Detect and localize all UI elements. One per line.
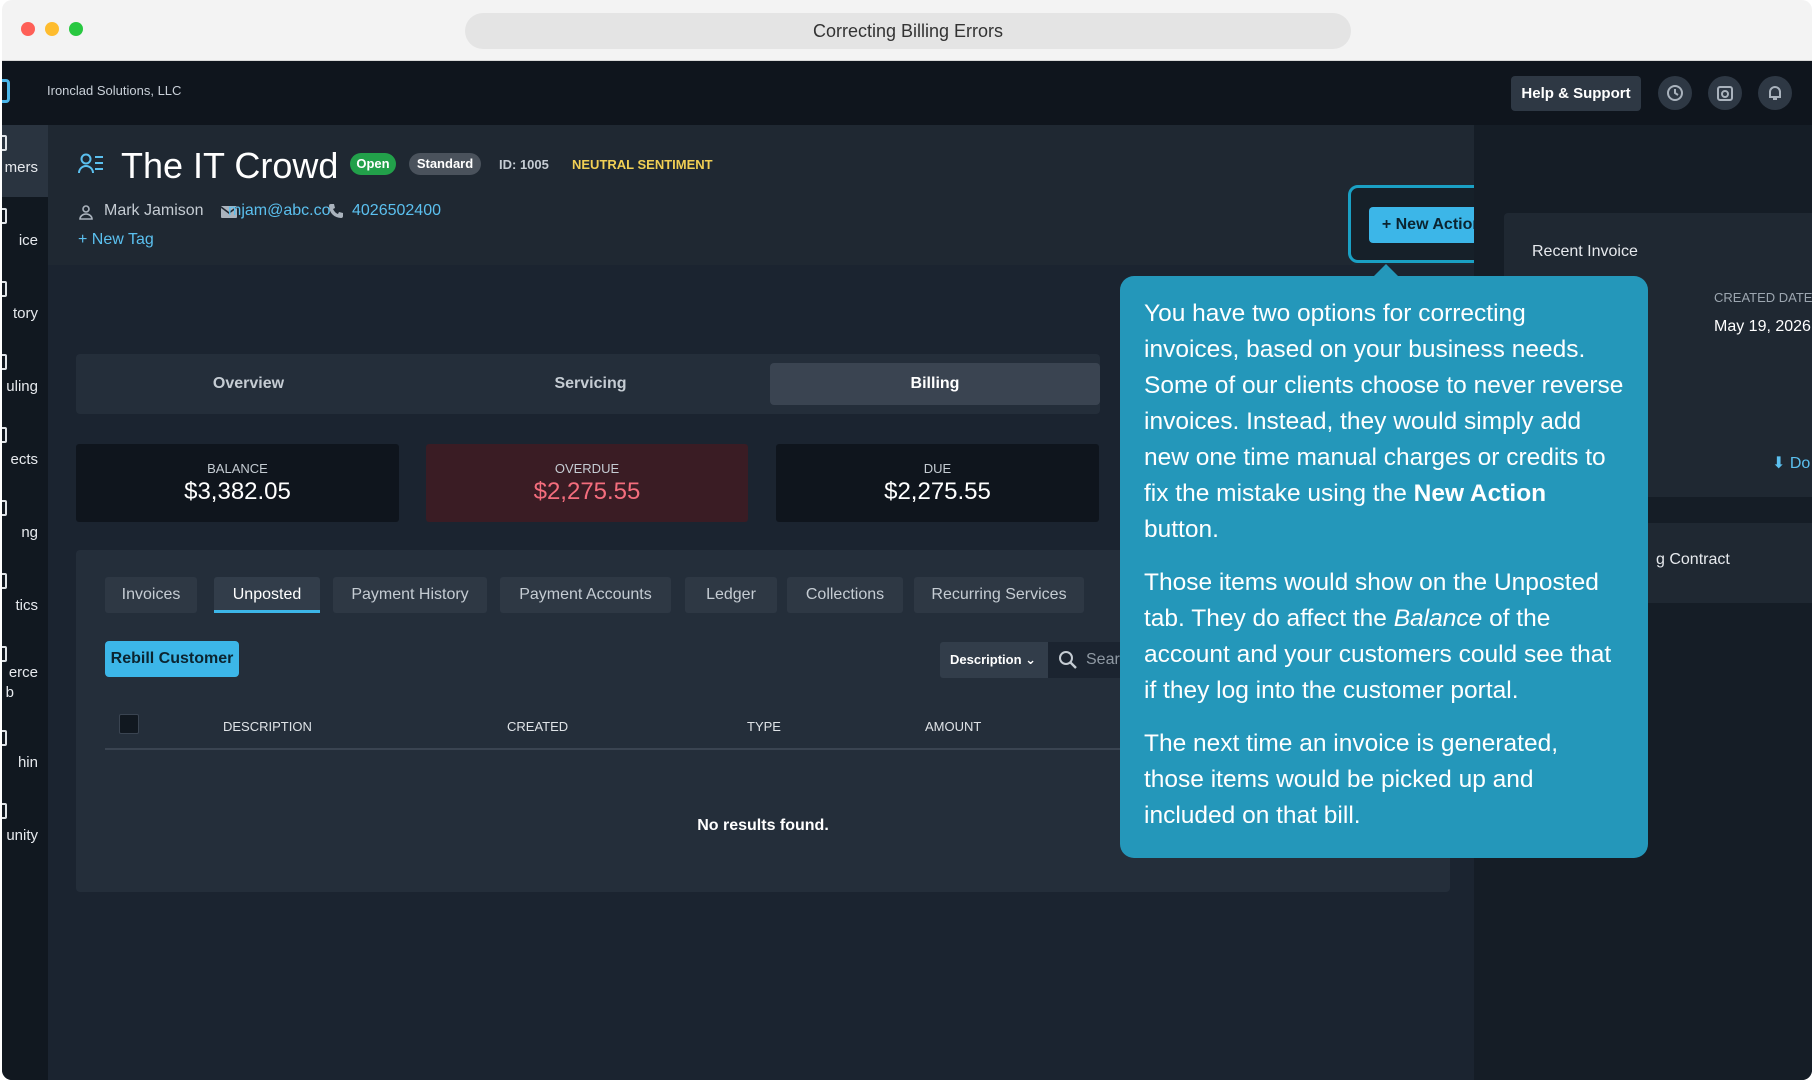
title-bar: Correcting Billing Errors [2,0,1812,61]
chevron-down-icon: ⌄ [1025,652,1037,667]
logo-icon[interactable] [2,79,10,103]
email-link[interactable]: mjam@abc.co [228,202,331,220]
sidebar-item-projects[interactable]: ects [2,417,48,489]
due-label: DUE [923,461,952,476]
plus-icon: + [1381,216,1396,233]
column-description[interactable]: DESCRIPTION [223,719,312,734]
admin-icon [2,730,7,746]
column-created[interactable]: CREATED [507,719,568,734]
phone-icon [329,204,343,218]
due-card: DUE $2,275.55 [776,444,1099,522]
phone-link[interactable]: 4026502400 [352,202,441,220]
scheduling-icon [2,354,7,370]
invoice-icon [2,208,7,224]
main-tabs: Overview Servicing Billing [76,354,1100,414]
plus-icon: + [78,231,92,248]
column-amount[interactable]: AMOUNT [925,719,981,734]
sidebar-item-commerce-hub[interactable]: erce b [2,636,48,720]
created-date-label: CREATED DATE [1714,290,1812,305]
tab-billing[interactable]: Billing [770,363,1100,405]
sidebar-item-invoice[interactable]: ice [2,198,48,270]
recent-invoice-title: Recent Invoice [1532,243,1638,260]
plan-badge: Standard [409,153,481,175]
sidebar-item-inventory[interactable]: tory [2,271,48,343]
sidebar-item-community[interactable]: unity [2,793,48,865]
billing-icon [2,500,7,516]
select-all-checkbox[interactable] [119,714,139,734]
app-area: Ironclad Solutions, LLC Help & Support m… [2,61,1812,1080]
column-type[interactable]: TYPE [747,719,781,734]
sidebar-item-analytics[interactable]: tics [2,563,48,635]
analytics-icon [2,573,7,589]
subtab-unposted[interactable]: Unposted [214,577,320,613]
subtab-ledger[interactable]: Ledger [685,577,777,613]
sidebar-item-scheduling[interactable]: uling [2,344,48,416]
subtab-recurring-services[interactable]: Recurring Services [914,577,1084,613]
community-icon [2,803,7,819]
top-bar: Ironclad Solutions, LLC Help & Support [2,61,1812,125]
sidebar-item-customers[interactable]: mers [2,125,48,197]
person-icon [79,205,93,220]
status-badge: Open [350,153,396,175]
commerce-icon [2,646,7,662]
search-icon [1059,651,1077,669]
history-icon[interactable] [1658,76,1692,110]
inventory-icon [2,281,7,297]
company-name: Ironclad Solutions, LLC [47,83,182,98]
tab-overview[interactable]: Overview [76,363,421,405]
tab-servicing[interactable]: Servicing [421,363,760,405]
download-icon: ⬇ [1772,455,1790,472]
new-tag-button[interactable]: + New Tag [78,231,154,249]
contract-label: g Contract [1656,551,1730,568]
contact-name: Mark Jamison [104,202,204,219]
sidebar: mers ice tory uling ects ng tics erce b h… [2,125,48,1080]
sentiment-label: NEUTRAL SENTIMENT [572,157,713,172]
tooltip-paragraph-1: You have two options for correcting invo… [1144,300,1624,543]
filter-select[interactable]: Description ⌄ [940,642,1048,678]
minimize-window-button[interactable] [45,22,59,36]
balance-label: BALANCE [207,461,268,476]
download-link[interactable]: ⬇ Do [1772,453,1810,473]
balance-value: $3,382.05 [184,478,291,505]
customer-header: The IT Crowd Open Standard ID: 1005 NEUT… [48,125,1518,265]
created-date-value: May 19, 2026 [1714,318,1811,335]
subtab-collections[interactable]: Collections [787,577,903,613]
browser-window: Correcting Billing Errors Ironclad Solut… [2,0,1812,1080]
customers-icon [2,135,7,151]
balance-card: BALANCE $3,382.05 [76,444,399,522]
due-value: $2,275.55 [884,478,991,505]
subtab-invoices[interactable]: Invoices [105,577,197,613]
bell-icon[interactable] [1758,76,1792,110]
close-window-button[interactable] [21,22,35,36]
help-support-button[interactable]: Help & Support [1511,76,1641,111]
camera-icon[interactable] [1708,76,1742,110]
overdue-value: $2,275.55 [533,478,641,505]
tooltip-paragraph-2: Those items would show on the Unposted t… [1144,569,1612,704]
projects-icon [2,427,7,443]
sidebar-item-admin[interactable]: hin [2,720,48,792]
customer-name: The IT Crowd [121,145,339,186]
customer-id: ID: 1005 [499,157,549,172]
maximize-window-button[interactable] [69,22,83,36]
sidebar-item-billing[interactable]: ng [2,490,48,562]
rebill-customer-button[interactable]: Rebill Customer [105,641,239,677]
subtab-payment-history[interactable]: Payment History [333,577,487,613]
tooltip-paragraph-3: The next time an invoice is generated, t… [1144,730,1559,829]
window-title: Correcting Billing Errors [465,13,1351,49]
subtab-payment-accounts[interactable]: Payment Accounts [500,577,671,613]
overdue-label: OVERDUE [554,461,620,476]
overdue-card: OVERDUE $2,275.55 [426,444,748,522]
guide-tooltip: You have two options for correcting invo… [1120,264,1648,858]
customer-icon [78,153,103,174]
